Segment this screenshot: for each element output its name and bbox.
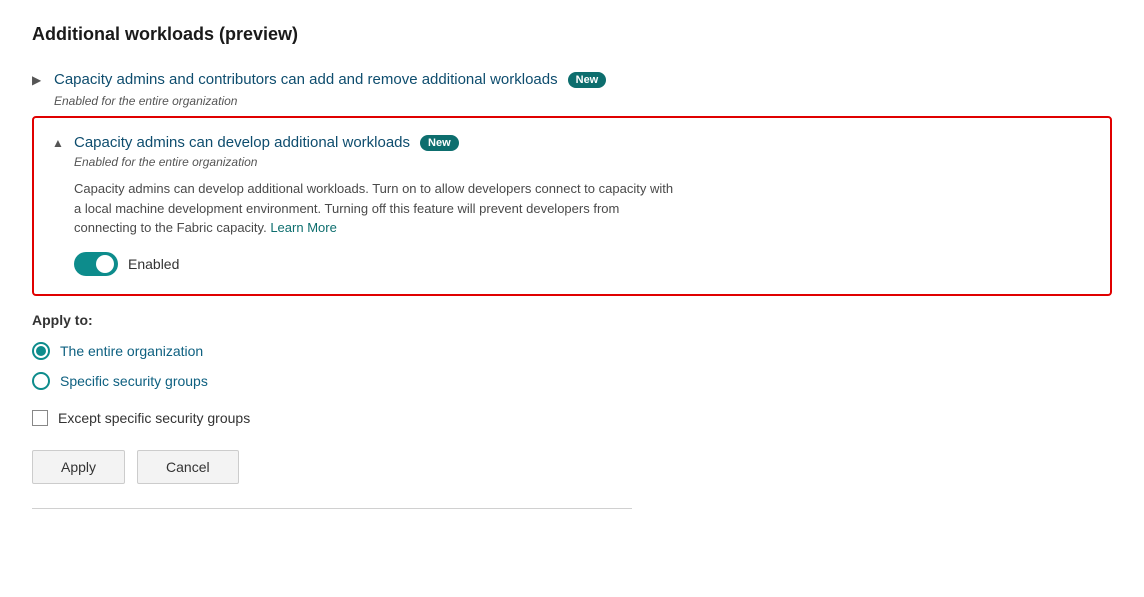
radio-entire-org[interactable]: The entire organization bbox=[32, 338, 1112, 364]
except-groups-label: Except specific security groups bbox=[58, 410, 250, 426]
toggle-thumb bbox=[96, 255, 114, 273]
except-groups-checkbox-item[interactable]: Except specific security groups bbox=[32, 406, 1112, 430]
section-1-badge: New bbox=[568, 72, 607, 88]
radio-group: The entire organization Specific securit… bbox=[32, 338, 1112, 394]
section-2-subtitle: Enabled for the entire organization bbox=[74, 155, 1092, 169]
section-1-workloads: ▶ Capacity admins and contributors can a… bbox=[32, 65, 1112, 108]
learn-more-link[interactable]: Learn More bbox=[270, 220, 336, 235]
radio-specific-groups-label: Specific security groups bbox=[60, 373, 208, 389]
toggle-track bbox=[74, 252, 118, 276]
radio-entire-org-label: The entire organization bbox=[60, 343, 203, 359]
radio-specific-groups-input[interactable] bbox=[32, 372, 50, 390]
apply-button[interactable]: Apply bbox=[32, 450, 125, 484]
apply-to-title: Apply to: bbox=[32, 312, 1112, 328]
section-2-header[interactable]: ▲ Capacity admins can develop additional… bbox=[52, 134, 1092, 155]
radio-entire-org-input[interactable] bbox=[32, 342, 50, 360]
apply-to-section: Apply to: The entire organization Specif… bbox=[32, 312, 1112, 430]
section-1-header[interactable]: ▶ Capacity admins and contributors can a… bbox=[32, 65, 1112, 94]
section-1-chevron: ▶ bbox=[32, 73, 44, 87]
cancel-button[interactable]: Cancel bbox=[137, 450, 239, 484]
section-2-description: Capacity admins can develop additional w… bbox=[74, 179, 674, 238]
enabled-toggle[interactable] bbox=[74, 252, 118, 276]
button-row: Apply Cancel bbox=[32, 450, 1112, 484]
section-2-badge: New bbox=[420, 135, 459, 151]
radio-specific-groups[interactable]: Specific security groups bbox=[32, 368, 1112, 394]
section-2-card: ▲ Capacity admins can develop additional… bbox=[32, 116, 1112, 296]
section-divider bbox=[32, 508, 632, 509]
section-1-title: Capacity admins and contributors can add… bbox=[54, 71, 558, 88]
toggle-wrapper: Enabled bbox=[74, 252, 1092, 276]
section-2-chevron: ▲ bbox=[52, 136, 64, 150]
section-1-subtitle: Enabled for the entire organization bbox=[54, 94, 1112, 108]
description-text: Capacity admins can develop additional w… bbox=[74, 181, 673, 235]
section-2-title: Capacity admins can develop additional w… bbox=[74, 134, 410, 151]
except-groups-checkbox[interactable] bbox=[32, 410, 48, 426]
page-title: Additional workloads (preview) bbox=[32, 24, 1112, 45]
toggle-label: Enabled bbox=[128, 256, 179, 272]
